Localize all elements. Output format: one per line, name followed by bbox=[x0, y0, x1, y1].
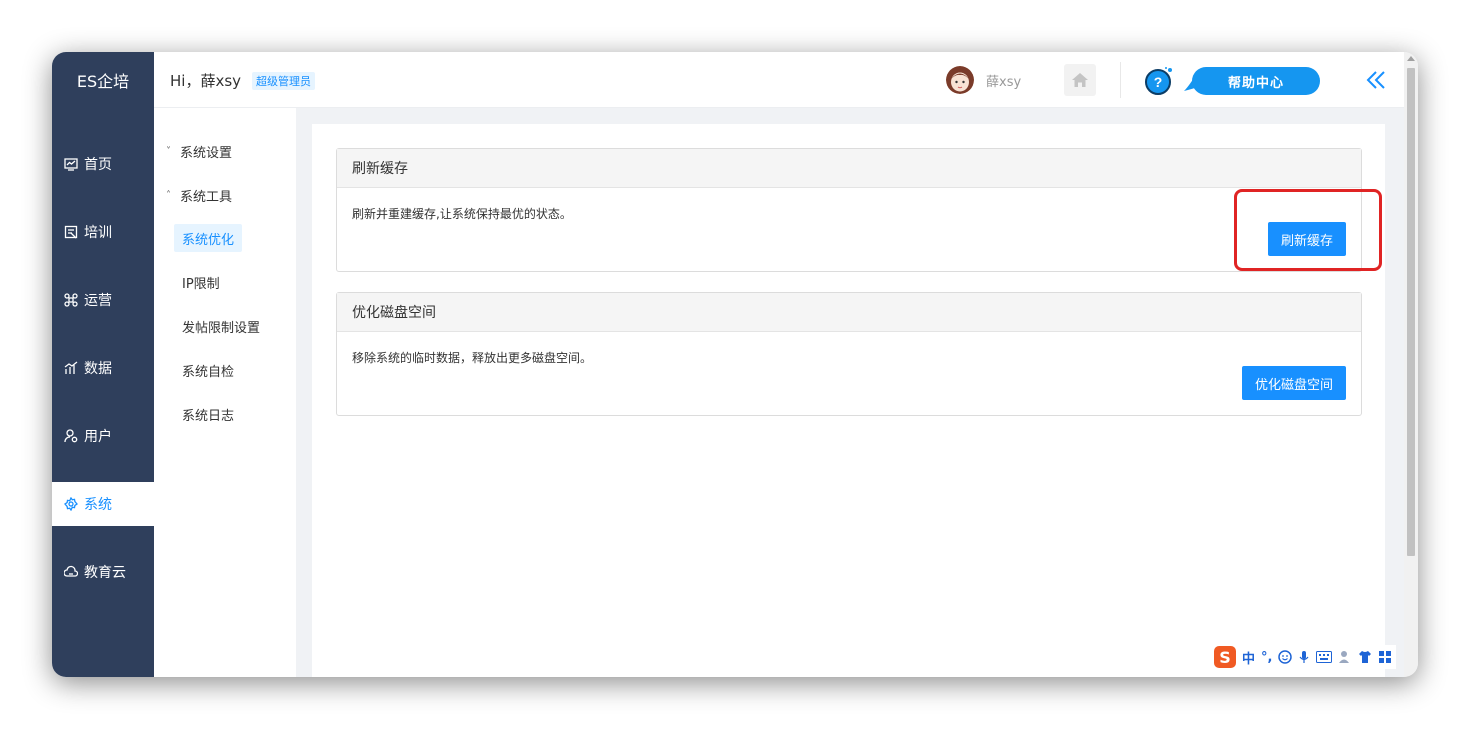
ime-punctuation-toggle[interactable]: °, bbox=[1261, 650, 1272, 665]
sidebar-item-home[interactable]: 首页 bbox=[52, 142, 154, 186]
home-icon bbox=[1072, 73, 1088, 87]
scroll-up-arrow-icon[interactable] bbox=[1407, 56, 1415, 61]
sidebar-item-label: 用户 bbox=[84, 429, 112, 445]
user-icon bbox=[64, 429, 78, 443]
card-description: 移除系统的临时数据，释放出更多磁盘空间。 bbox=[352, 351, 593, 365]
sidebar-item-label: 系统 bbox=[84, 497, 112, 513]
sidebar-item-edu-cloud[interactable]: 教育云 bbox=[52, 550, 154, 594]
toolbox-grid-icon[interactable] bbox=[1378, 650, 1392, 664]
subnav-item-system-optimize[interactable]: 系统优化 bbox=[174, 224, 243, 252]
sogou-logo-icon[interactable]: S bbox=[1214, 646, 1236, 668]
role-badge: 超级管理员 bbox=[252, 72, 315, 90]
vertical-scrollbar[interactable] bbox=[1404, 52, 1418, 677]
sub-navigation: ˅ 系统设置 ˄ 系统工具 系统优化 IP限制 发帖限制设置 系统自检 系统日志 bbox=[154, 108, 296, 677]
subnav-item-self-check[interactable]: 系统自检 bbox=[174, 356, 242, 384]
card-description: 刷新并重建缓存,让系统保持最优的状态。 bbox=[352, 207, 572, 221]
microphone-icon[interactable] bbox=[1298, 650, 1310, 664]
sidebar-item-operation[interactable]: 运营 bbox=[52, 278, 154, 322]
subnav-group-system-settings[interactable]: ˅ 系统设置 bbox=[166, 142, 232, 161]
app-window: ES企培 首页 培训 运营 数据 用户 系统 教育云 Hi，薛xsy 超级管理员… bbox=[52, 52, 1418, 677]
sidebar-item-system[interactable]: 系统 bbox=[52, 482, 154, 526]
scrollbar-thumb[interactable] bbox=[1407, 68, 1415, 556]
user-settings-icon[interactable] bbox=[1338, 650, 1352, 664]
sidebar-item-label: 首页 bbox=[84, 157, 112, 173]
home-button[interactable] bbox=[1064, 64, 1096, 96]
chart-icon bbox=[64, 361, 78, 375]
subnav-item-system-log[interactable]: 系统日志 bbox=[174, 400, 242, 428]
card-title: 刷新缓存 bbox=[337, 149, 1361, 188]
ime-toolbar[interactable]: S 中 °, bbox=[1210, 645, 1397, 669]
cloud-icon bbox=[64, 565, 78, 579]
sidebar-item-label: 培训 bbox=[84, 225, 112, 241]
top-header: Hi，薛xsy 超级管理员 薛xsy ? 帮助中心 bbox=[154, 52, 1404, 108]
help-center-label: 帮助中心 bbox=[1192, 67, 1320, 95]
sidebar-item-label: 教育云 bbox=[84, 565, 126, 581]
command-icon bbox=[64, 293, 78, 307]
subnav-item-post-limit[interactable]: 发帖限制设置 bbox=[174, 312, 268, 340]
sidebar-item-label: 运营 bbox=[84, 293, 112, 309]
optimize-disk-card: 优化磁盘空间 移除系统的临时数据，释放出更多磁盘空间。 优化磁盘空间 bbox=[336, 292, 1362, 416]
book-icon bbox=[64, 225, 78, 239]
help-center-button[interactable]: 帮助中心 bbox=[1184, 67, 1320, 95]
chevron-down-icon: ˅ bbox=[166, 146, 171, 157]
collapse-sidebar-icon[interactable] bbox=[1364, 68, 1388, 92]
subnav-group-label: 系统设置 bbox=[180, 146, 233, 161]
main-sidebar: ES企培 首页 培训 运营 数据 用户 系统 教育云 bbox=[52, 52, 154, 677]
greeting-text: Hi，薛xsy bbox=[170, 72, 242, 90]
sidebar-item-label: 数据 bbox=[84, 361, 112, 377]
skin-shirt-icon[interactable] bbox=[1358, 650, 1372, 664]
refresh-cache-card: 刷新缓存 刷新并重建缓存,让系统保持最优的状态。 刷新缓存 bbox=[336, 148, 1362, 272]
help-question-icon[interactable]: ? bbox=[1144, 66, 1174, 96]
header-divider bbox=[1120, 62, 1121, 98]
svg-text:?: ? bbox=[1154, 74, 1163, 90]
card-title: 优化磁盘空间 bbox=[337, 293, 1361, 332]
gear-icon bbox=[64, 497, 78, 511]
sidebar-item-data[interactable]: 数据 bbox=[52, 346, 154, 390]
highlight-annotation-box bbox=[1234, 189, 1382, 271]
dashboard-icon bbox=[64, 157, 78, 171]
optimize-disk-button[interactable]: 优化磁盘空间 bbox=[1241, 366, 1346, 400]
ime-language-toggle[interactable]: 中 bbox=[1242, 648, 1255, 667]
avatar[interactable] bbox=[946, 66, 974, 94]
chevron-up-icon: ˄ bbox=[166, 190, 171, 201]
subnav-item-ip-limit[interactable]: IP限制 bbox=[174, 268, 228, 296]
username-label[interactable]: 薛xsy bbox=[986, 71, 1021, 90]
sidebar-item-users[interactable]: 用户 bbox=[52, 414, 154, 458]
subnav-group-system-tools[interactable]: ˄ 系统工具 bbox=[166, 186, 232, 205]
emoji-icon[interactable] bbox=[1278, 650, 1293, 664]
brand-logo[interactable]: ES企培 bbox=[52, 52, 154, 108]
sidebar-item-training[interactable]: 培训 bbox=[52, 210, 154, 254]
keyboard-icon[interactable] bbox=[1316, 651, 1333, 663]
subnav-group-label: 系统工具 bbox=[180, 190, 233, 205]
main-content: 刷新缓存 刷新并重建缓存,让系统保持最优的状态。 刷新缓存 优化磁盘空间 移除系… bbox=[312, 124, 1385, 677]
